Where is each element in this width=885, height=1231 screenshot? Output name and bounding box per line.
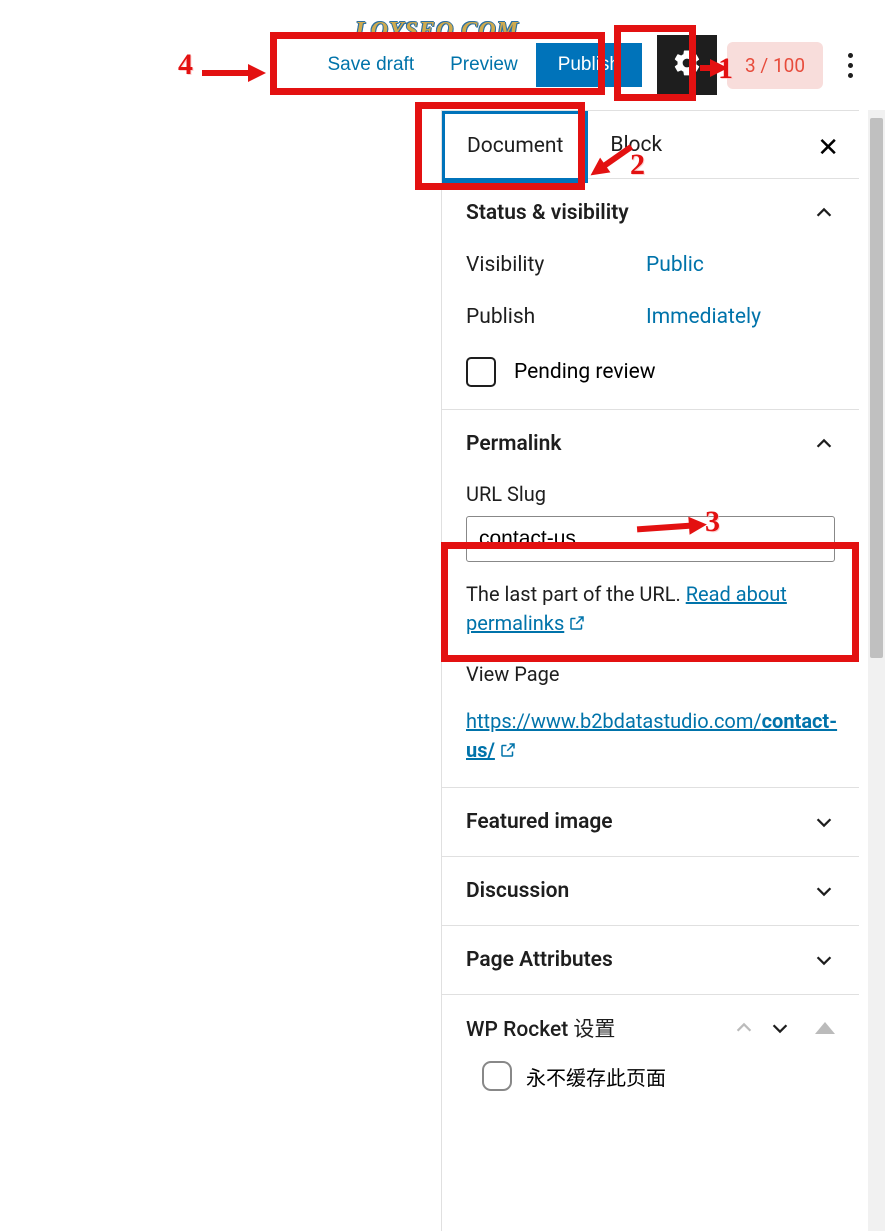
publish-value-link[interactable]: Immediately [646, 305, 761, 329]
panel-toggle-permalink[interactable]: Permalink [466, 432, 835, 456]
chevron-up-icon [813, 433, 835, 455]
dots-icon [848, 73, 853, 78]
annotation-number-1: 1 [718, 52, 733, 86]
help-pre: The last part of the URL. [466, 582, 686, 606]
panel-title: WP Rocket 设置 [466, 1013, 615, 1043]
panel-title: Discussion [466, 879, 569, 903]
close-sidebar-button[interactable]: ✕ [817, 133, 839, 163]
wp-rocket-controls [733, 1017, 835, 1039]
save-draft-button[interactable]: Save draft [310, 43, 433, 87]
panel-featured-image: Featured image [442, 788, 859, 857]
panel-toggle-featured-image[interactable]: Featured image [466, 810, 835, 834]
tab-document[interactable]: Document [442, 111, 588, 183]
dots-icon [848, 63, 853, 68]
panel-discussion: Discussion [442, 857, 859, 926]
panel-toggle-status[interactable]: Status & visibility [466, 201, 835, 225]
publish-button-group: Save draft Preview Publish [310, 43, 643, 87]
visibility-label: Visibility [466, 253, 646, 277]
annotation-number-4: 4 [178, 48, 193, 82]
move-down-icon[interactable] [769, 1017, 791, 1039]
collapse-triangle-icon[interactable] [815, 1022, 835, 1034]
pending-review-label: Pending review [514, 360, 656, 384]
sidebar-tabs: Document Block ✕ [442, 111, 859, 179]
chevron-down-icon [813, 811, 835, 833]
panel-page-attributes: Page Attributes [442, 926, 859, 995]
panel-title: Featured image [466, 810, 613, 834]
annotation-arrow-4 [200, 62, 266, 84]
gear-icon [672, 48, 702, 82]
close-icon: ✕ [817, 133, 839, 163]
annotation-number-3: 3 [705, 505, 720, 539]
publish-button[interactable]: Publish [536, 43, 642, 87]
panel-title: Status & visibility [466, 201, 629, 225]
settings-sidebar: Document Block ✕ Status & visibility Vis… [441, 110, 859, 1231]
url-slug-label: URL Slug [466, 482, 835, 506]
scrollbar-thumb[interactable] [870, 118, 883, 658]
more-options-button[interactable] [835, 53, 865, 78]
status-body: Visibility Public Publish Immediately Pe… [466, 253, 835, 387]
panel-title: Permalink [466, 432, 561, 456]
panel-toggle-page-attributes[interactable]: Page Attributes [466, 948, 835, 972]
publish-row: Publish Immediately [466, 305, 835, 329]
wp-rocket-nocache-row: 永不缓存此页面 [442, 1061, 859, 1109]
slug-help-text: The last part of the URL. Read about per… [466, 580, 835, 638]
chevron-down-icon [813, 880, 835, 902]
annotation-number-2: 2 [630, 148, 645, 182]
panel-title: Page Attributes [466, 948, 613, 972]
pending-review-row: Pending review [466, 357, 835, 387]
view-page-label: View Page [466, 660, 835, 689]
panel-toggle-wp-rocket[interactable]: WP Rocket 设置 [466, 1013, 835, 1043]
panel-toggle-discussion[interactable]: Discussion [466, 879, 835, 903]
editor-top-toolbar: Save draft Preview Publish 3 / 100 [0, 35, 885, 95]
panel-permalink: Permalink URL Slug The last part of the … [442, 410, 859, 788]
panel-wp-rocket: WP Rocket 设置 [442, 995, 859, 1061]
visibility-row: Visibility Public [466, 253, 835, 277]
external-link-icon [568, 611, 586, 629]
pending-review-checkbox[interactable] [466, 357, 496, 387]
chevron-up-icon [813, 202, 835, 224]
page-url-row: https://www.b2bdatastudio.com/contact-us… [466, 707, 835, 765]
url-prefix: https://www.b2bdatastudio.com/ [466, 709, 762, 733]
visibility-value-link[interactable]: Public [646, 253, 704, 277]
publish-label: Publish [466, 305, 646, 329]
nocache-label: 永不缓存此页面 [526, 1062, 666, 1091]
page-url-link[interactable]: https://www.b2bdatastudio.com/contact-us… [466, 709, 837, 762]
preview-button[interactable]: Preview [432, 43, 536, 87]
seo-score-pill[interactable]: 3 / 100 [727, 42, 823, 89]
nocache-checkbox[interactable] [482, 1061, 512, 1091]
external-link-icon [499, 738, 517, 756]
scrollbar-track[interactable] [868, 110, 885, 1231]
chevron-down-icon [813, 949, 835, 971]
dots-icon [848, 53, 853, 58]
move-up-icon[interactable] [733, 1017, 755, 1039]
panel-status-visibility: Status & visibility Visibility Public Pu… [442, 179, 859, 410]
